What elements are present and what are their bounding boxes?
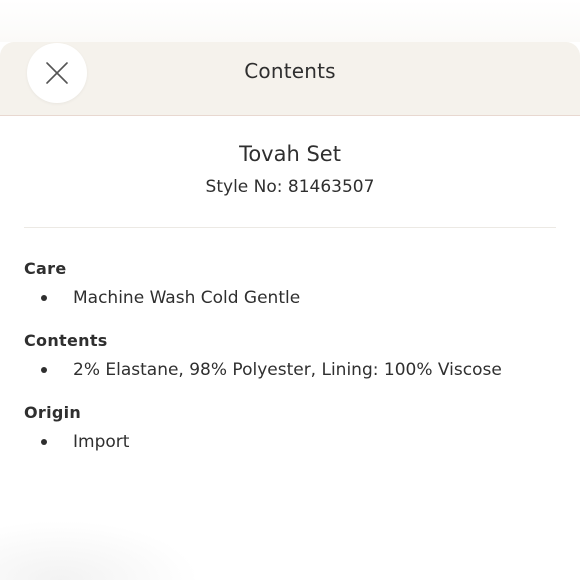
sheet-title: Contents xyxy=(244,59,336,83)
style-number: Style No: 81463507 xyxy=(205,177,375,197)
details-sections: Care Machine Wash Cold Gentle Contents 2… xyxy=(0,228,580,453)
bullet-icon xyxy=(41,367,47,373)
product-name: Tovah Set xyxy=(239,142,341,166)
list-item: 2% Elastane, 98% Polyester, Lining: 100%… xyxy=(24,359,556,381)
section-list: 2% Elastane, 98% Polyester, Lining: 100%… xyxy=(24,359,556,381)
sheet-header: Contents xyxy=(0,42,580,116)
background-strip xyxy=(0,0,580,42)
section-list: Import xyxy=(24,431,556,453)
section-title: Origin xyxy=(24,403,82,422)
list-item: Import xyxy=(24,431,556,453)
section-origin: Origin Import xyxy=(24,403,556,453)
section-contents: Contents 2% Elastane, 98% Polyester, Lin… xyxy=(24,331,556,381)
section-title: Care xyxy=(24,259,67,278)
list-item-text: Import xyxy=(73,432,130,452)
section-list: Machine Wash Cold Gentle xyxy=(24,287,556,309)
product-info: Tovah Set Style No: 81463507 xyxy=(0,116,580,198)
bullet-icon xyxy=(41,439,47,445)
contents-sheet: Contents Tovah Set Style No: 81463507 Ca… xyxy=(0,42,580,580)
section-title: Contents xyxy=(24,331,108,350)
list-item-text: Machine Wash Cold Gentle xyxy=(73,288,301,308)
list-item: Machine Wash Cold Gentle xyxy=(24,287,556,309)
bottom-shadow xyxy=(0,520,200,580)
bullet-icon xyxy=(41,295,47,301)
section-care: Care Machine Wash Cold Gentle xyxy=(24,259,556,309)
list-item-text: 2% Elastane, 98% Polyester, Lining: 100%… xyxy=(73,360,502,380)
page: Contents Tovah Set Style No: 81463507 Ca… xyxy=(0,0,580,580)
